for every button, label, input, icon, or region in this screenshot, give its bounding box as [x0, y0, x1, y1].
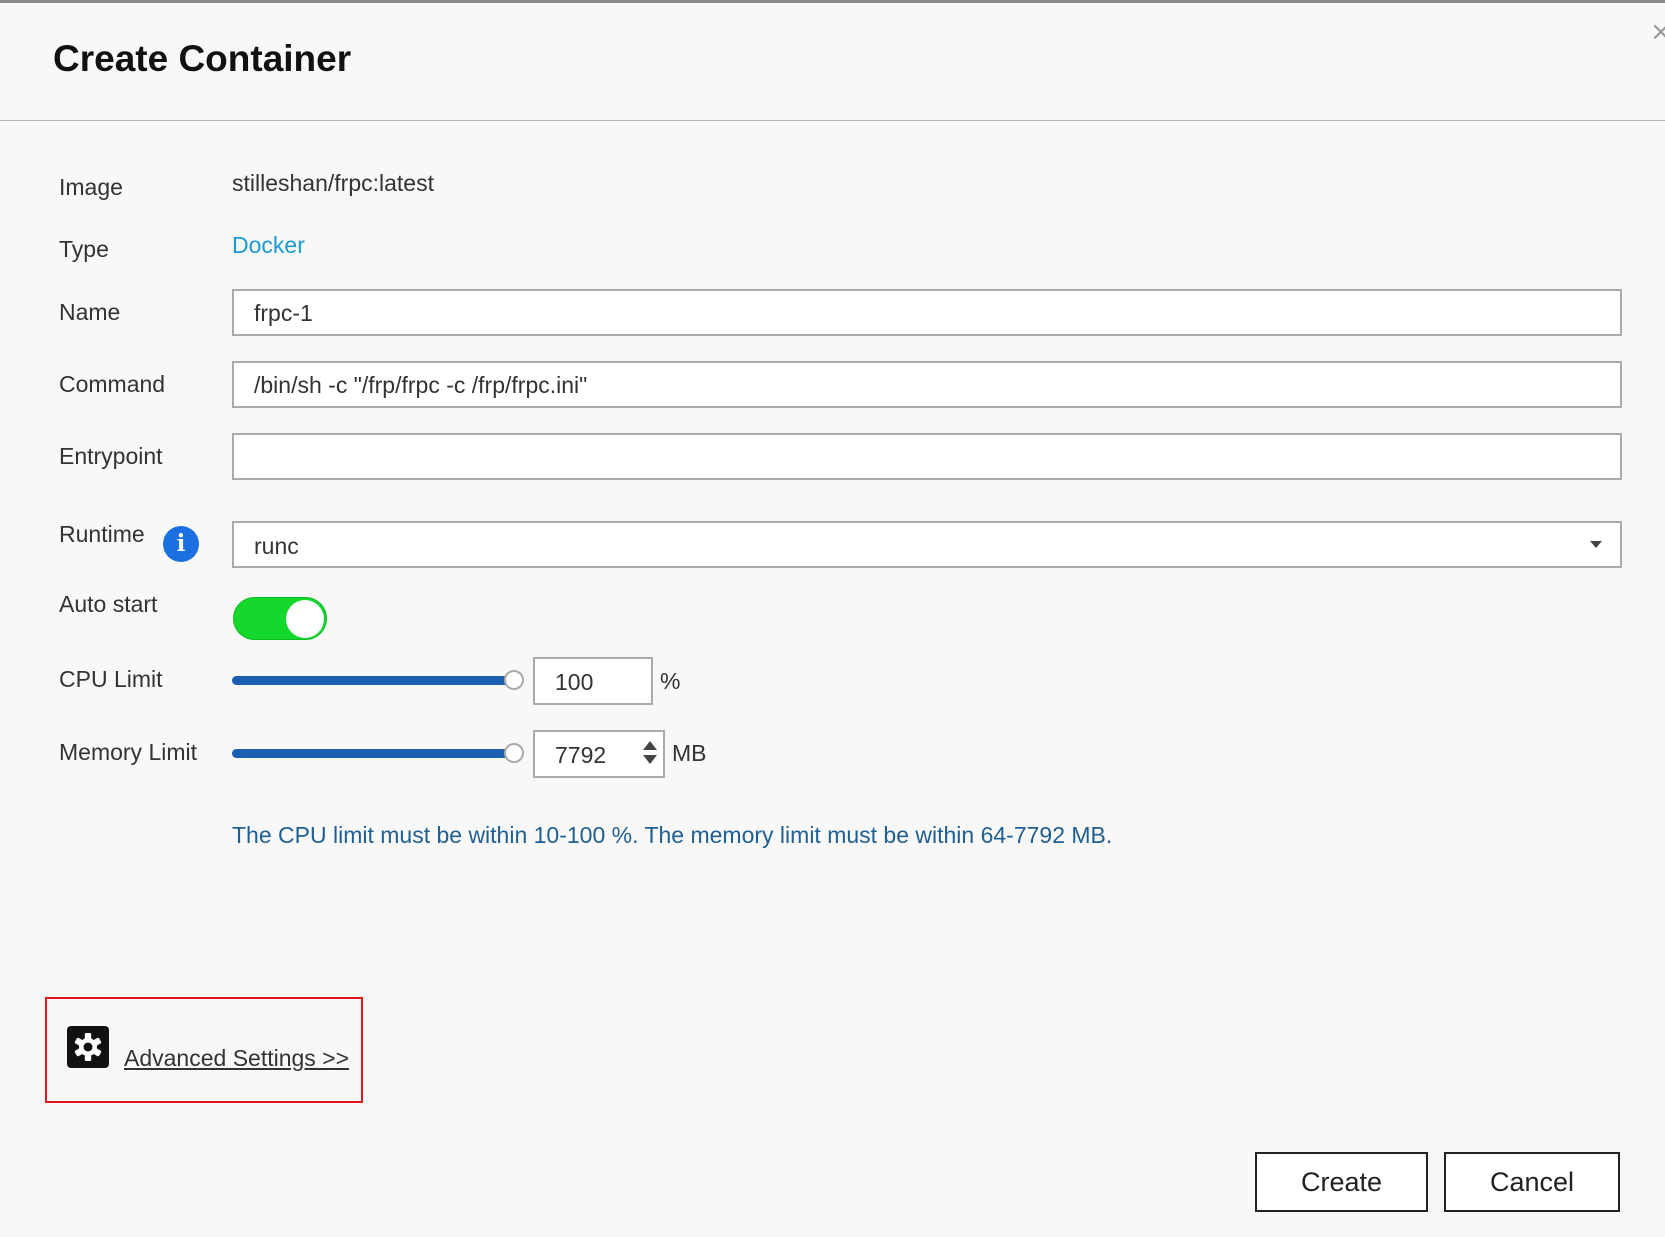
cancel-button[interactable]: Cancel: [1444, 1152, 1620, 1212]
cpu-limit-input[interactable]: 100: [533, 657, 653, 705]
advanced-settings-highlight: Advanced Settings >>: [45, 997, 363, 1103]
header-divider: [0, 120, 1665, 121]
entrypoint-label: Entrypoint: [59, 443, 163, 469]
entrypoint-input[interactable]: [232, 433, 1622, 480]
type-label: Type: [59, 236, 109, 262]
auto-start-toggle[interactable]: [233, 597, 327, 640]
cpu-limit-label: CPU Limit: [59, 666, 163, 692]
memory-limit-input[interactable]: 7792: [533, 730, 665, 778]
spin-up-icon[interactable]: [643, 741, 657, 750]
memory-limit-slider-thumb[interactable]: [504, 743, 524, 763]
type-value-link[interactable]: Docker: [232, 232, 305, 259]
cpu-limit-unit: %: [660, 668, 681, 694]
image-label: Image: [59, 174, 123, 200]
window-top-border: [0, 0, 1665, 3]
cpu-limit-value: 100: [555, 669, 594, 695]
limits-hint-text: The CPU limit must be within 10-100 %. T…: [232, 822, 1113, 848]
create-button[interactable]: Create: [1255, 1152, 1428, 1212]
runtime-select[interactable]: runc: [232, 521, 1622, 568]
memory-limit-slider-track[interactable]: [232, 749, 512, 758]
auto-start-label: Auto start: [59, 591, 158, 617]
name-input[interactable]: frpc-1: [232, 289, 1622, 336]
close-icon[interactable]: ×: [1650, 20, 1665, 44]
memory-limit-label: Memory Limit: [59, 739, 198, 765]
toggle-knob: [286, 600, 324, 638]
image-value: stilleshan/frpc:latest: [232, 170, 434, 196]
runtime-selected-value: runc: [254, 533, 299, 559]
spin-down-icon[interactable]: [643, 755, 657, 764]
runtime-label: Runtime: [59, 521, 145, 547]
info-icon[interactable]: i: [163, 526, 199, 562]
chevron-down-icon: [1590, 541, 1602, 548]
command-input[interactable]: /bin/sh -c "/frp/frpc -c /frp/frpc.ini": [232, 361, 1622, 408]
number-spinner[interactable]: [643, 740, 657, 768]
name-label: Name: [59, 299, 121, 325]
cpu-limit-slider-track[interactable]: [232, 676, 512, 685]
advanced-settings-link[interactable]: Advanced Settings >>: [124, 1045, 349, 1072]
memory-limit-unit: MB: [672, 740, 707, 766]
memory-limit-value: 7792: [555, 742, 607, 768]
cpu-limit-slider-thumb[interactable]: [504, 670, 524, 690]
gear-icon[interactable]: [67, 1026, 109, 1068]
command-label: Command: [59, 371, 166, 397]
dialog-title: Create Container: [53, 38, 352, 79]
